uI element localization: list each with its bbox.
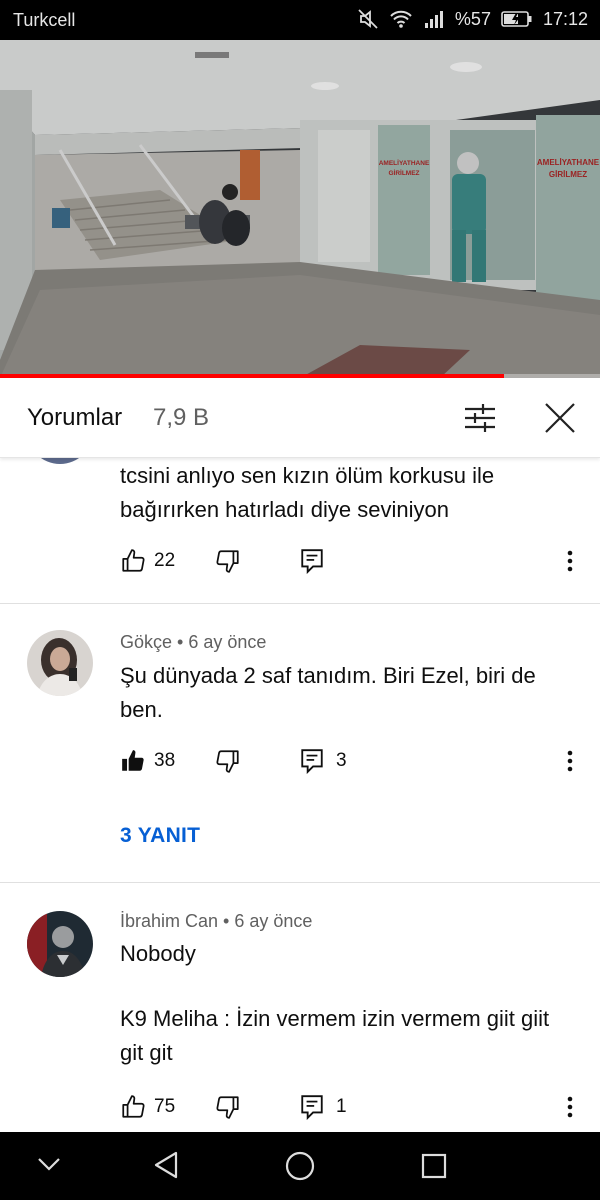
reply-button[interactable] bbox=[300, 548, 324, 574]
more-options-button[interactable] bbox=[560, 548, 580, 579]
comment-item: Gökçe • 6 ay önce Şu dünyada 2 saf tanıd… bbox=[0, 604, 600, 882]
meta-separator: • bbox=[172, 632, 189, 652]
comment-meta: İbrahim Can • 6 ay önce bbox=[120, 911, 312, 932]
comment-meta: Gökçe • 6 ay önce bbox=[120, 632, 266, 653]
reply-count: 3 bbox=[336, 750, 347, 771]
home-button[interactable] bbox=[284, 1150, 316, 1187]
more-vertical-icon bbox=[567, 550, 573, 572]
reply-icon bbox=[301, 549, 323, 574]
battery-charging-icon bbox=[501, 10, 533, 28]
battery-percent: %57 bbox=[454, 8, 491, 29]
author-name[interactable]: İbrahim Can bbox=[120, 911, 218, 931]
dislike-button[interactable] bbox=[215, 748, 241, 779]
recents-square-icon bbox=[421, 1153, 447, 1179]
comments-header: Yorumlar 7,9 B bbox=[0, 378, 600, 458]
comment-actions: 22 bbox=[120, 548, 590, 578]
carrier-name: Turkcell bbox=[13, 10, 76, 30]
clock: 17:12 bbox=[542, 8, 588, 29]
home-circle-icon bbox=[285, 1151, 315, 1181]
comment-text: tcsini anlıyo sen kızın ölüm korkusu ile… bbox=[120, 463, 495, 522]
like-count: 75 bbox=[154, 1096, 176, 1117]
thumbs-down-icon bbox=[216, 550, 239, 573]
back-button[interactable] bbox=[152, 1150, 180, 1185]
back-triangle-icon bbox=[154, 1151, 178, 1179]
comment-item: İbrahim Can • 6 ay önce Nobody K9 Meliha… bbox=[0, 883, 600, 1132]
thumbs-up-filled-icon bbox=[122, 750, 144, 771]
more-options-button[interactable] bbox=[560, 1094, 580, 1125]
recents-button[interactable] bbox=[420, 1152, 448, 1185]
status-icons: %57 17:12 bbox=[357, 8, 588, 30]
dislike-button[interactable] bbox=[215, 1094, 241, 1125]
wifi-icon bbox=[389, 9, 413, 29]
mute-icon bbox=[357, 8, 379, 30]
reply-icon bbox=[301, 749, 323, 774]
avatar-photo bbox=[27, 911, 93, 977]
comment-actions: 75 1 bbox=[120, 1094, 590, 1124]
avatar[interactable] bbox=[27, 911, 93, 977]
status-bar: Turkcell %57 17:12 bbox=[0, 0, 600, 40]
reply-button[interactable]: 1 bbox=[300, 1094, 347, 1120]
comment-text-line2: K9 Meliha : İzin vermem izin vermem giit… bbox=[120, 1006, 550, 1065]
thumbs-up-icon bbox=[122, 1095, 145, 1118]
comment-time: 6 ay önce bbox=[234, 911, 313, 931]
comments-count: 7,9 B bbox=[153, 404, 210, 431]
sort-button[interactable] bbox=[455, 398, 505, 438]
chevron-down-icon bbox=[38, 1158, 60, 1171]
thumbs-down-icon bbox=[216, 750, 239, 773]
reply-button[interactable]: 3 bbox=[300, 748, 347, 774]
like-count: 38 bbox=[154, 750, 176, 771]
author-name[interactable]: Gökçe bbox=[120, 632, 172, 652]
more-vertical-icon bbox=[567, 750, 573, 772]
reply-icon bbox=[301, 1095, 323, 1120]
like-button[interactable]: 22 bbox=[120, 548, 175, 574]
more-options-button[interactable] bbox=[560, 748, 580, 779]
avatar-photo bbox=[27, 630, 93, 696]
reply-count: 1 bbox=[336, 1096, 347, 1117]
comment-item: tcsini anlıyo sen kızın ölüm korkusu ile… bbox=[0, 458, 600, 604]
comment-text-line1: Nobody bbox=[120, 941, 196, 966]
like-count: 22 bbox=[154, 550, 176, 571]
comment-actions: 38 3 bbox=[120, 748, 590, 778]
avatar[interactable] bbox=[27, 458, 93, 464]
like-button[interactable]: 38 bbox=[120, 748, 175, 774]
meta-separator: • bbox=[218, 911, 235, 931]
sort-sliders-icon bbox=[465, 404, 495, 432]
like-button[interactable]: 75 bbox=[120, 1094, 175, 1120]
thumbs-up-icon bbox=[122, 549, 145, 572]
comment-list[interactable]: tcsini anlıyo sen kızın ölüm korkusu ile… bbox=[0, 458, 600, 1132]
comments-title: Yorumlar bbox=[27, 404, 123, 431]
signal-icon bbox=[423, 9, 445, 29]
dislike-button[interactable] bbox=[215, 548, 241, 579]
system-navigation-bar bbox=[0, 1132, 600, 1200]
more-vertical-icon bbox=[567, 1096, 573, 1118]
close-icon bbox=[545, 403, 575, 433]
avatar[interactable] bbox=[27, 630, 93, 696]
thumbs-down-icon bbox=[216, 1096, 239, 1119]
video-player[interactable]: AMELİYATHANE GİRİLMEZ AMELİYATHANE GİRİL… bbox=[0, 40, 600, 378]
view-replies-link[interactable]: 3 YANIT bbox=[120, 824, 200, 848]
hide-nav-button[interactable] bbox=[36, 1154, 62, 1179]
comment-time: 6 ay önce bbox=[188, 632, 267, 652]
close-comments-button[interactable] bbox=[538, 396, 582, 440]
comment-text: Şu dünyada 2 saf tanıdım. Biri Ezel, bir… bbox=[120, 663, 536, 722]
video-frame: AMELİYATHANE GİRİLMEZ AMELİYATHANE GİRİL… bbox=[0, 40, 600, 378]
